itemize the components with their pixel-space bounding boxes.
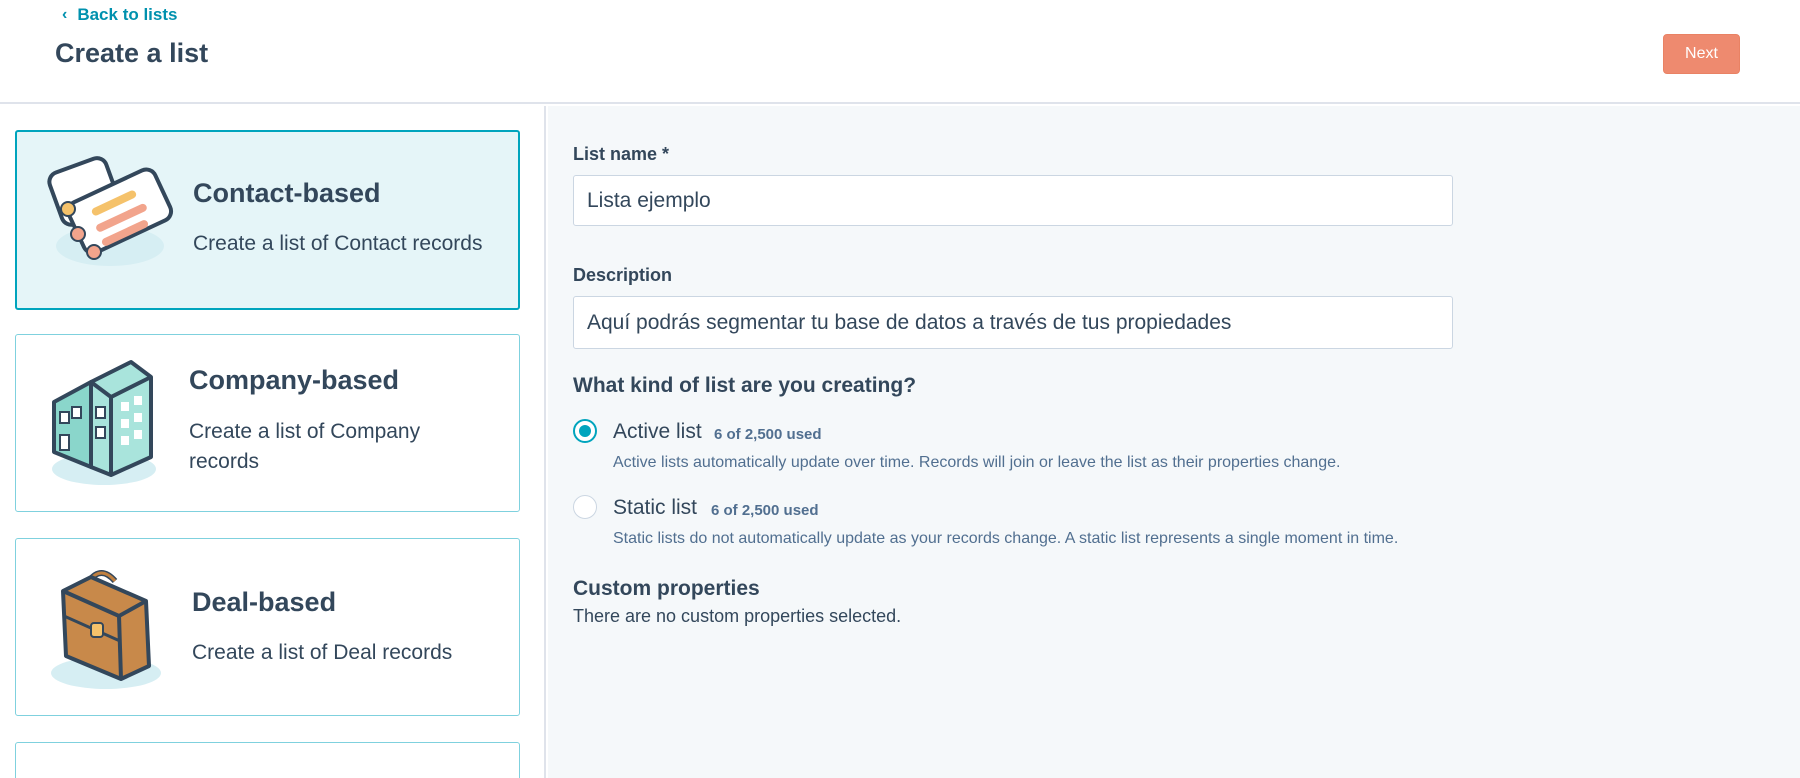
active-list-label[interactable]: Active list bbox=[613, 420, 702, 444]
list-kind-title: What kind of list are you creating? bbox=[573, 374, 917, 397]
static-list-usage: 6 of 2,500 used bbox=[711, 502, 819, 519]
card-company-based[interactable]: Company-based Create a list of Company r… bbox=[15, 334, 520, 512]
page-header: ‹ Back to lists Create a list Next bbox=[0, 0, 1800, 104]
list-details-form: List name * Lista ejemplo Description Aq… bbox=[548, 106, 1800, 778]
active-list-usage: 6 of 2,500 used bbox=[714, 426, 822, 443]
back-to-lists-label: Back to lists bbox=[77, 5, 178, 24]
card-description: Create a list of Deal records bbox=[192, 641, 453, 664]
card-deal-based[interactable]: Deal-based Create a list of Deal records bbox=[15, 538, 520, 716]
chevron-left-icon: ‹ bbox=[62, 6, 68, 23]
next-button[interactable]: Next bbox=[1663, 34, 1740, 74]
list-type-panel: Contact-based Create a list of Contact r… bbox=[0, 106, 546, 778]
company-building-illustration-icon bbox=[52, 360, 156, 485]
custom-properties-empty-text: There are no custom properties selected. bbox=[573, 606, 902, 626]
card-next-partial[interactable] bbox=[15, 742, 520, 778]
description-input[interactable]: Aquí podrás segmentar tu base de datos a… bbox=[573, 296, 1453, 349]
card-contact-based[interactable]: Contact-based Create a list of Contact r… bbox=[15, 130, 520, 310]
active-list-radio[interactable] bbox=[573, 419, 597, 443]
static-list-label[interactable]: Static list bbox=[613, 496, 697, 520]
card-title: Company-based bbox=[189, 365, 400, 395]
active-list-help: Active lists automatically update over t… bbox=[613, 454, 1341, 471]
list-name-input[interactable]: Lista ejemplo bbox=[573, 175, 1453, 226]
page-title: Create a list bbox=[55, 38, 209, 68]
briefcase-illustration-icon bbox=[51, 570, 161, 689]
card-title: Contact-based bbox=[193, 178, 381, 208]
custom-properties-title: Custom properties bbox=[573, 577, 760, 600]
contact-records-illustration-icon bbox=[47, 156, 174, 266]
description-label: Description bbox=[573, 265, 673, 285]
list-name-label: List name * bbox=[573, 144, 670, 164]
static-list-radio[interactable] bbox=[573, 495, 597, 519]
card-description: Create a list of Company records bbox=[189, 420, 421, 473]
card-description: Create a list of Contact records bbox=[193, 232, 483, 255]
back-to-lists-link[interactable]: ‹ Back to lists bbox=[62, 5, 177, 25]
static-list-help: Static lists do not automatically update… bbox=[613, 530, 1399, 547]
card-title: Deal-based bbox=[192, 587, 337, 617]
